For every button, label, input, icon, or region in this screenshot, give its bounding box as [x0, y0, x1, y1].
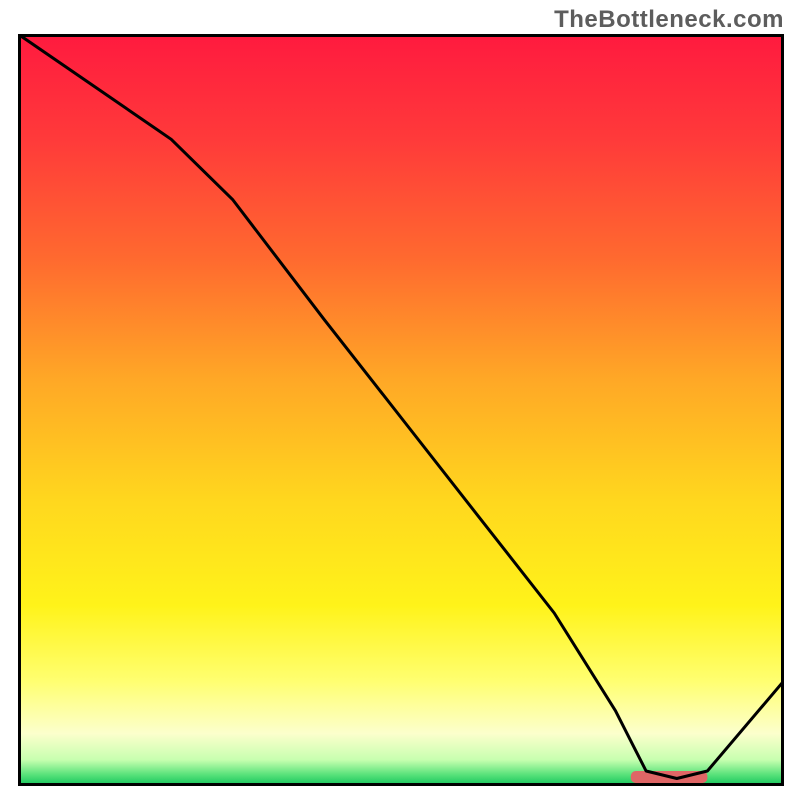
chart-frame: TheBottleneck.com [0, 0, 800, 800]
watermark-text: TheBottleneck.com [554, 6, 784, 34]
chart-background [18, 34, 784, 786]
bottleneck-chart [18, 34, 784, 786]
